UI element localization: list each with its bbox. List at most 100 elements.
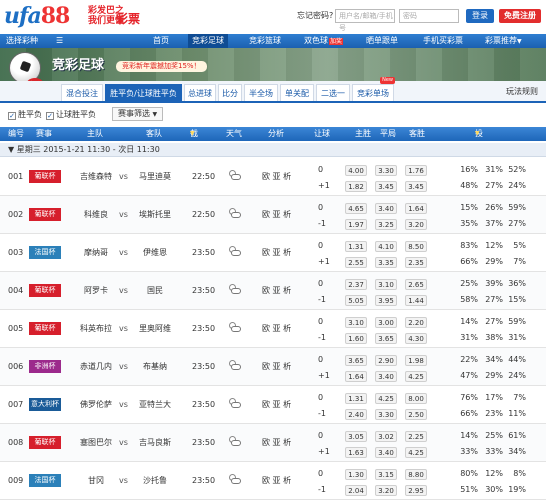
analysis-links[interactable]: 欧 亚 析	[262, 324, 291, 334]
odds-button[interactable]: 2.25	[405, 431, 427, 442]
league-badge[interactable]: 法国杯	[29, 246, 61, 259]
home-team[interactable]: 塞图巴尔	[71, 438, 121, 448]
odds-button[interactable]: 4.30	[405, 333, 427, 344]
odds-button[interactable]: 2.65	[405, 279, 427, 290]
odds-button[interactable]: 1.30	[345, 469, 367, 480]
match-filter-select[interactable]: 赛事筛选 ▼	[112, 107, 164, 121]
home-team[interactable]: 甘冈	[71, 476, 121, 486]
league-badge[interactable]: 葡联杯	[29, 208, 61, 221]
register-button[interactable]: 免费注册	[499, 9, 541, 23]
away-team[interactable]: 马里迪莫	[130, 172, 180, 182]
analysis-links[interactable]: 欧 亚 析	[262, 172, 291, 182]
password-field[interactable]: 密码	[399, 9, 459, 23]
league-badge[interactable]: 葡联杯	[29, 170, 61, 183]
home-team[interactable]: 吉维森特	[71, 172, 121, 182]
away-team[interactable]: 里奥阿维	[130, 324, 180, 334]
odds-button[interactable]: 8.00	[405, 393, 427, 404]
odds-button[interactable]: 1.97	[345, 219, 367, 230]
odds-button[interactable]: 5.05	[345, 295, 367, 306]
odds-button[interactable]: 1.60	[345, 333, 367, 344]
odds-button[interactable]: 8.80	[405, 469, 427, 480]
analysis-links[interactable]: 欧 亚 析	[262, 362, 291, 372]
odds-button[interactable]: 1.31	[345, 241, 367, 252]
league-badge[interactable]: 意大利杯	[29, 398, 61, 411]
analysis-links[interactable]: 欧 亚 析	[262, 248, 291, 258]
banner-promo[interactable]: 竞彩新年震撼加奖15%！	[116, 61, 207, 72]
tab-score[interactable]: 比分	[218, 84, 242, 101]
rules-link[interactable]: 玩法规则	[506, 86, 538, 97]
odds-button[interactable]: 3.15	[375, 469, 397, 480]
odds-button[interactable]: 3.35	[375, 257, 397, 268]
away-team[interactable]: 沙托鲁	[130, 476, 180, 486]
odds-button[interactable]: 3.10	[375, 279, 397, 290]
odds-button[interactable]: 3.10	[345, 317, 367, 328]
odds-button[interactable]: 3.65	[345, 355, 367, 366]
league-badge[interactable]: 葡联杯	[29, 284, 61, 297]
odds-button[interactable]: 2.37	[345, 279, 367, 290]
odds-button[interactable]: 1.76	[405, 165, 427, 176]
away-team[interactable]: 埃斯托里	[130, 210, 180, 220]
odds-button[interactable]: 3.40	[375, 447, 397, 458]
league-badge[interactable]: 非洲杯	[29, 360, 61, 373]
odds-button[interactable]: 4.25	[375, 393, 397, 404]
odds-button[interactable]: 2.55	[345, 257, 367, 268]
league-badge[interactable]: 法国杯	[29, 474, 61, 487]
away-team[interactable]: 吉马良斯	[130, 438, 180, 448]
home-team[interactable]: 摩纳哥	[71, 248, 121, 258]
odds-button[interactable]: 3.30	[375, 409, 397, 420]
tab-jc-single[interactable]: 竞彩单场 New	[352, 77, 395, 101]
lottery-selector[interactable]: 选择彩种 ☰	[6, 34, 63, 48]
home-team[interactable]: 科英布拉	[71, 324, 121, 334]
odds-button[interactable]: 2.20	[405, 317, 427, 328]
odds-button[interactable]: 4.65	[345, 203, 367, 214]
login-button[interactable]: 登录	[466, 9, 494, 23]
odds-button[interactable]: 3.05	[345, 431, 367, 442]
day-group-row[interactable]: ▼ 星期三 2015-1-21 11:30 - 次日 11:30	[0, 143, 546, 157]
nav-item-recommend[interactable]: 彩票推荐▼	[485, 34, 522, 49]
nav-item-mobile[interactable]: 手机买彩票	[423, 34, 463, 48]
league-badge[interactable]: 葡联杯	[29, 436, 61, 449]
odds-button[interactable]: 8.50	[405, 241, 427, 252]
analysis-links[interactable]: 欧 亚 析	[262, 400, 291, 410]
odds-button[interactable]: 2.95	[405, 485, 427, 496]
odds-button[interactable]: 3.65	[375, 333, 397, 344]
nav-item-jclq[interactable]: 竞彩篮球	[249, 34, 281, 48]
odds-button[interactable]: 3.45	[375, 181, 397, 192]
odds-button[interactable]: 3.40	[375, 371, 397, 382]
home-team[interactable]: 佛罗伦萨	[71, 400, 121, 410]
odds-button[interactable]: 4.25	[405, 447, 427, 458]
home-team[interactable]: 赤道几内	[71, 362, 121, 372]
analysis-links[interactable]: 欧 亚 析	[262, 210, 291, 220]
tab-total-goals[interactable]: 总进球	[184, 84, 216, 101]
odds-button[interactable]: 1.44	[405, 295, 427, 306]
analysis-links[interactable]: 欧 亚 析	[262, 476, 291, 486]
odds-button[interactable]: 1.63	[345, 447, 367, 458]
checkbox-handicap[interactable]: ✓ 让球胜平负	[46, 109, 96, 120]
home-team[interactable]: 科维良	[71, 210, 121, 220]
tab-choose-two[interactable]: 二选一	[316, 84, 350, 101]
analysis-links[interactable]: 欧 亚 析	[262, 286, 291, 296]
odds-button[interactable]: 1.98	[405, 355, 427, 366]
away-team[interactable]: 布基纳	[130, 362, 180, 372]
odds-button[interactable]: 3.40	[375, 203, 397, 214]
analysis-links[interactable]: 欧 亚 析	[262, 438, 291, 448]
username-field[interactable]: 用户名/邮箱/手机号	[335, 9, 395, 32]
away-team[interactable]: 伊维恩	[130, 248, 180, 258]
nav-item-share[interactable]: 晒单跟单	[366, 34, 398, 48]
odds-button[interactable]: 2.50	[405, 409, 427, 420]
nav-item-jczq[interactable]: 竞彩足球	[188, 34, 228, 48]
nav-item-ssq[interactable]: 双色球 加奖	[304, 34, 344, 49]
tab-mixed[interactable]: 混合投注	[61, 84, 103, 101]
home-team[interactable]: 阿罗卡	[71, 286, 121, 296]
odds-button[interactable]: 1.31	[345, 393, 367, 404]
odds-button[interactable]: 3.95	[375, 295, 397, 306]
checkbox-win-draw-lose[interactable]: ✓ 胜平负	[8, 109, 42, 120]
odds-button[interactable]: 3.30	[375, 165, 397, 176]
odds-button[interactable]: 2.35	[405, 257, 427, 268]
away-team[interactable]: 国民	[130, 286, 180, 296]
site-logo[interactable]: ufa88 彩发巴之 我们更懂 彩票	[4, 3, 154, 31]
nav-item-home[interactable]: 首页	[153, 34, 169, 48]
odds-button[interactable]: 3.20	[375, 485, 397, 496]
odds-button[interactable]: 3.20	[405, 219, 427, 230]
odds-button[interactable]: 3.45	[405, 181, 427, 192]
